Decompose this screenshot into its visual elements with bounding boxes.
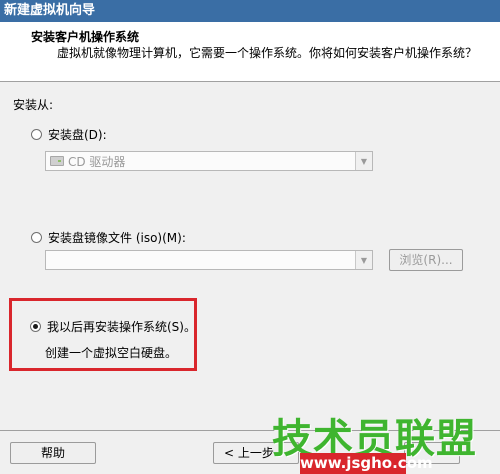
chevron-down-icon[interactable]: ▼ <box>355 152 372 170</box>
page-title: 安装客户机操作系统 <box>31 30 140 44</box>
iso-path-select[interactable]: ▼ <box>45 250 373 270</box>
radio-install-later-label: 我以后再安装操作系统(S)。 <box>47 320 196 334</box>
disc-drive-select[interactable]: CD 驱动器 ▼ <box>45 151 373 171</box>
radio-button[interactable] <box>31 129 42 140</box>
disc-drive-value: CD 驱动器 <box>68 154 126 169</box>
cd-drive-icon <box>50 156 64 166</box>
radio-install-disc-label: 安装盘(D): <box>48 128 107 142</box>
install-from-label: 安装从: <box>13 98 54 112</box>
radio-iso-image[interactable]: 安装盘镜像文件 (iso)(M): <box>31 229 186 246</box>
window-title: 新建虚拟机向导 <box>4 3 96 18</box>
help-button[interactable]: 帮助 <box>10 442 96 464</box>
radio-button[interactable] <box>31 232 42 243</box>
browse-button[interactable]: 浏览(R)... <box>389 249 463 271</box>
radio-iso-image-label: 安装盘镜像文件 (iso)(M): <box>48 231 186 245</box>
install-later-note: 创建一个虚拟空白硬盘。 <box>45 346 178 360</box>
radio-install-disc[interactable]: 安装盘(D): <box>31 126 107 143</box>
wizard-header: 安装客户机操作系统 虚拟机就像物理计算机，它需要一个操作系统。你将如何安装客户机… <box>0 22 500 82</box>
chevron-down-icon[interactable]: ▼ <box>355 251 372 269</box>
page-description: 虚拟机就像物理计算机，它需要一个操作系统。你将如何安装客户机操作系统？ <box>57 46 478 60</box>
radio-button[interactable] <box>30 321 41 332</box>
radio-install-later[interactable]: 我以后再安装操作系统(S)。 <box>30 318 196 335</box>
window-title-bar: 新建虚拟机向导 <box>0 0 500 22</box>
watermark-url: www.jsgho.com <box>300 453 433 474</box>
